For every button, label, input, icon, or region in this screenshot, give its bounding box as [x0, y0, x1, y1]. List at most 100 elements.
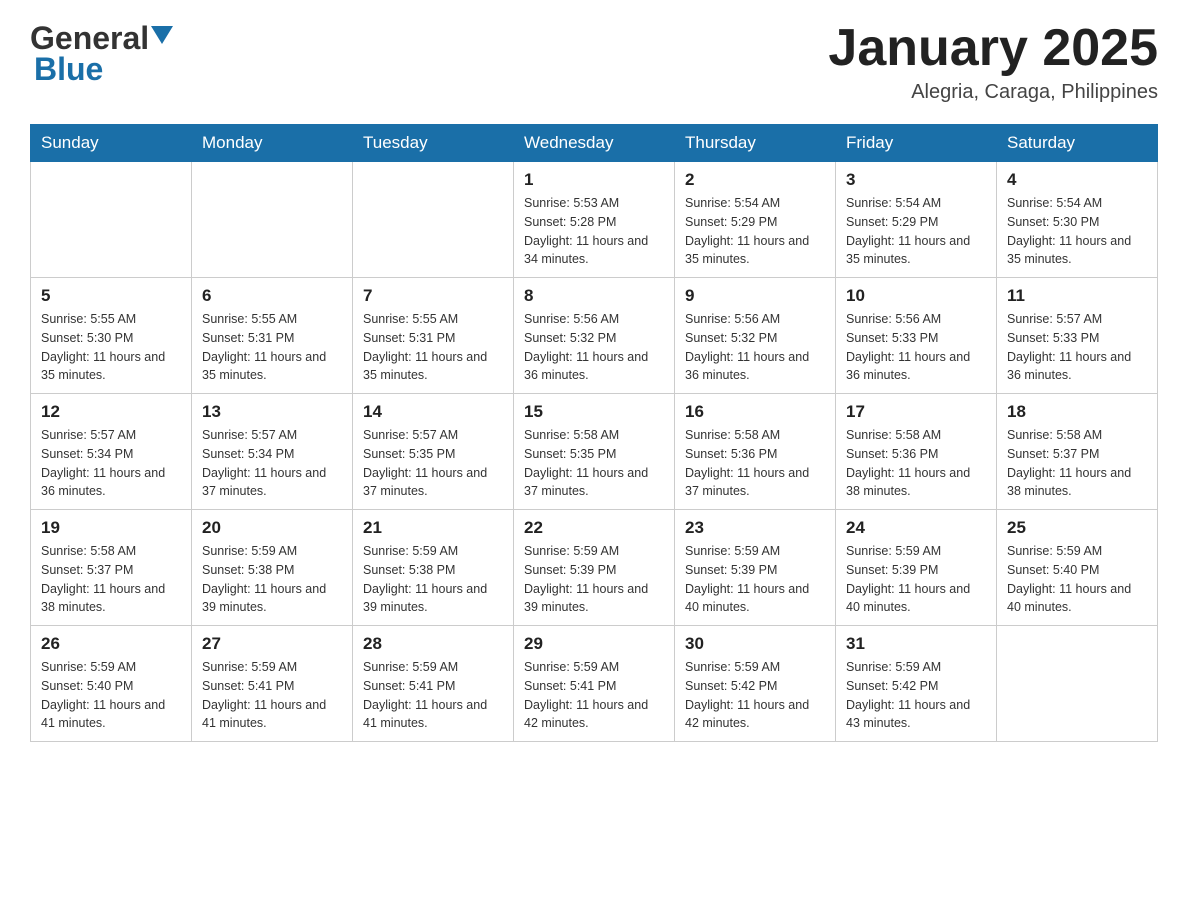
table-row: 2 Sunrise: 5:54 AM Sunset: 5:29 PM Daylig…: [675, 162, 836, 278]
day-number: 29: [524, 634, 664, 654]
title-area: January 2025 Alegria, Caraga, Philippine…: [828, 20, 1158, 104]
col-saturday: Saturday: [997, 125, 1158, 162]
table-row: 18 Sunrise: 5:58 AM Sunset: 5:37 PM Dayli…: [997, 394, 1158, 510]
day-info: Sunrise: 5:58 AM Sunset: 5:37 PM Dayligh…: [1007, 426, 1147, 501]
day-info: Sunrise: 5:56 AM Sunset: 5:33 PM Dayligh…: [846, 310, 986, 385]
day-number: 10: [846, 286, 986, 306]
day-number: 4: [1007, 170, 1147, 190]
day-number: 2: [685, 170, 825, 190]
table-row: 25Sunrise: 5:59 AM Sunset: 5:40 PM Dayli…: [997, 510, 1158, 626]
calendar-title: January 2025: [828, 20, 1158, 77]
table-row: 11Sunrise: 5:57 AM Sunset: 5:33 PM Dayli…: [997, 278, 1158, 394]
calendar-week-row: 1 Sunrise: 5:53 AM Sunset: 5:28 PM Daylig…: [31, 162, 1158, 278]
day-info: Sunrise: 5:59 AM Sunset: 5:39 PM Dayligh…: [524, 542, 664, 617]
day-number: 20: [202, 518, 342, 538]
table-row: 30 Sunrise: 5:59 AM Sunset: 5:42 PM Dayli…: [675, 626, 836, 742]
day-info: Sunrise: 5:59 AM Sunset: 5:41 PM Dayligh…: [363, 658, 503, 733]
table-row: 5 Sunrise: 5:55 AM Sunset: 5:30 PM Daylig…: [31, 278, 192, 394]
day-number: 19: [41, 518, 181, 538]
day-number: 8: [524, 286, 664, 306]
day-number: 23: [685, 518, 825, 538]
day-number: 22: [524, 518, 664, 538]
calendar-header-row: Sunday Monday Tuesday Wednesday Thursday…: [31, 125, 1158, 162]
table-row: 27 Sunrise: 5:59 AM Sunset: 5:41 PM Dayli…: [192, 626, 353, 742]
day-number: 12: [41, 402, 181, 422]
table-row: 24Sunrise: 5:59 AM Sunset: 5:39 PM Dayli…: [836, 510, 997, 626]
col-friday: Friday: [836, 125, 997, 162]
day-info: Sunrise: 5:53 AM Sunset: 5:28 PM Dayligh…: [524, 194, 664, 269]
day-info: Sunrise: 5:59 AM Sunset: 5:42 PM Dayligh…: [685, 658, 825, 733]
day-number: 5: [41, 286, 181, 306]
day-info: Sunrise: 5:57 AM Sunset: 5:35 PM Dayligh…: [363, 426, 503, 501]
day-info: Sunrise: 5:54 AM Sunset: 5:30 PM Dayligh…: [1007, 194, 1147, 269]
table-row: 21Sunrise: 5:59 AM Sunset: 5:38 PM Dayli…: [353, 510, 514, 626]
day-number: 6: [202, 286, 342, 306]
day-info: Sunrise: 5:59 AM Sunset: 5:40 PM Dayligh…: [41, 658, 181, 733]
day-number: 14: [363, 402, 503, 422]
col-sunday: Sunday: [31, 125, 192, 162]
table-row: [353, 162, 514, 278]
table-row: 19Sunrise: 5:58 AM Sunset: 5:37 PM Dayli…: [31, 510, 192, 626]
day-info: Sunrise: 5:54 AM Sunset: 5:29 PM Dayligh…: [685, 194, 825, 269]
day-info: Sunrise: 5:57 AM Sunset: 5:34 PM Dayligh…: [41, 426, 181, 501]
table-row: 15 Sunrise: 5:58 AM Sunset: 5:35 PM Dayli…: [514, 394, 675, 510]
table-row: 9 Sunrise: 5:56 AM Sunset: 5:32 PM Daylig…: [675, 278, 836, 394]
table-row: 29Sunrise: 5:59 AM Sunset: 5:41 PM Dayli…: [514, 626, 675, 742]
table-row: 6 Sunrise: 5:55 AM Sunset: 5:31 PM Daylig…: [192, 278, 353, 394]
table-row: 31 Sunrise: 5:59 AM Sunset: 5:42 PM Dayli…: [836, 626, 997, 742]
col-monday: Monday: [192, 125, 353, 162]
table-row: 17 Sunrise: 5:58 AM Sunset: 5:36 PM Dayli…: [836, 394, 997, 510]
day-info: Sunrise: 5:58 AM Sunset: 5:35 PM Dayligh…: [524, 426, 664, 501]
calendar-week-row: 26 Sunrise: 5:59 AM Sunset: 5:40 PM Dayli…: [31, 626, 1158, 742]
table-row: 26 Sunrise: 5:59 AM Sunset: 5:40 PM Dayli…: [31, 626, 192, 742]
day-info: Sunrise: 5:59 AM Sunset: 5:38 PM Dayligh…: [202, 542, 342, 617]
table-row: [192, 162, 353, 278]
day-info: Sunrise: 5:55 AM Sunset: 5:30 PM Dayligh…: [41, 310, 181, 385]
logo: General Blue: [30, 20, 173, 88]
table-row: 22 Sunrise: 5:59 AM Sunset: 5:39 PM Dayli…: [514, 510, 675, 626]
logo-arrow-icon: [151, 26, 173, 48]
table-row: 14 Sunrise: 5:57 AM Sunset: 5:35 PM Dayli…: [353, 394, 514, 510]
day-number: 24: [846, 518, 986, 538]
calendar-table: Sunday Monday Tuesday Wednesday Thursday…: [30, 124, 1158, 742]
day-info: Sunrise: 5:56 AM Sunset: 5:32 PM Dayligh…: [524, 310, 664, 385]
table-row: 23Sunrise: 5:59 AM Sunset: 5:39 PM Dayli…: [675, 510, 836, 626]
day-info: Sunrise: 5:54 AM Sunset: 5:29 PM Dayligh…: [846, 194, 986, 269]
day-number: 9: [685, 286, 825, 306]
day-info: Sunrise: 5:56 AM Sunset: 5:32 PM Dayligh…: [685, 310, 825, 385]
day-number: 11: [1007, 286, 1147, 306]
day-info: Sunrise: 5:59 AM Sunset: 5:40 PM Dayligh…: [1007, 542, 1147, 617]
day-number: 27: [202, 634, 342, 654]
day-number: 30: [685, 634, 825, 654]
day-info: Sunrise: 5:57 AM Sunset: 5:34 PM Dayligh…: [202, 426, 342, 501]
table-row: 12 Sunrise: 5:57 AM Sunset: 5:34 PM Dayli…: [31, 394, 192, 510]
day-number: 26: [41, 634, 181, 654]
day-info: Sunrise: 5:59 AM Sunset: 5:41 PM Dayligh…: [202, 658, 342, 733]
day-info: Sunrise: 5:58 AM Sunset: 5:36 PM Dayligh…: [846, 426, 986, 501]
table-row: 20 Sunrise: 5:59 AM Sunset: 5:38 PM Dayli…: [192, 510, 353, 626]
day-number: 18: [1007, 402, 1147, 422]
table-row: 10 Sunrise: 5:56 AM Sunset: 5:33 PM Dayli…: [836, 278, 997, 394]
logo-blue-text: Blue: [30, 51, 103, 88]
day-number: 1: [524, 170, 664, 190]
day-number: 15: [524, 402, 664, 422]
day-number: 28: [363, 634, 503, 654]
table-row: 28 Sunrise: 5:59 AM Sunset: 5:41 PM Dayli…: [353, 626, 514, 742]
table-row: 1 Sunrise: 5:53 AM Sunset: 5:28 PM Daylig…: [514, 162, 675, 278]
day-info: Sunrise: 5:55 AM Sunset: 5:31 PM Dayligh…: [202, 310, 342, 385]
day-number: 17: [846, 402, 986, 422]
day-info: Sunrise: 5:59 AM Sunset: 5:42 PM Dayligh…: [846, 658, 986, 733]
table-row: 13Sunrise: 5:57 AM Sunset: 5:34 PM Dayli…: [192, 394, 353, 510]
day-info: Sunrise: 5:55 AM Sunset: 5:31 PM Dayligh…: [363, 310, 503, 385]
table-row: 16Sunrise: 5:58 AM Sunset: 5:36 PM Dayli…: [675, 394, 836, 510]
table-row: 3Sunrise: 5:54 AM Sunset: 5:29 PM Daylig…: [836, 162, 997, 278]
day-number: 31: [846, 634, 986, 654]
day-info: Sunrise: 5:58 AM Sunset: 5:36 PM Dayligh…: [685, 426, 825, 501]
col-tuesday: Tuesday: [353, 125, 514, 162]
table-row: [31, 162, 192, 278]
col-wednesday: Wednesday: [514, 125, 675, 162]
table-row: 8 Sunrise: 5:56 AM Sunset: 5:32 PM Daylig…: [514, 278, 675, 394]
day-number: 7: [363, 286, 503, 306]
table-row: 4 Sunrise: 5:54 AM Sunset: 5:30 PM Daylig…: [997, 162, 1158, 278]
table-row: 7 Sunrise: 5:55 AM Sunset: 5:31 PM Daylig…: [353, 278, 514, 394]
